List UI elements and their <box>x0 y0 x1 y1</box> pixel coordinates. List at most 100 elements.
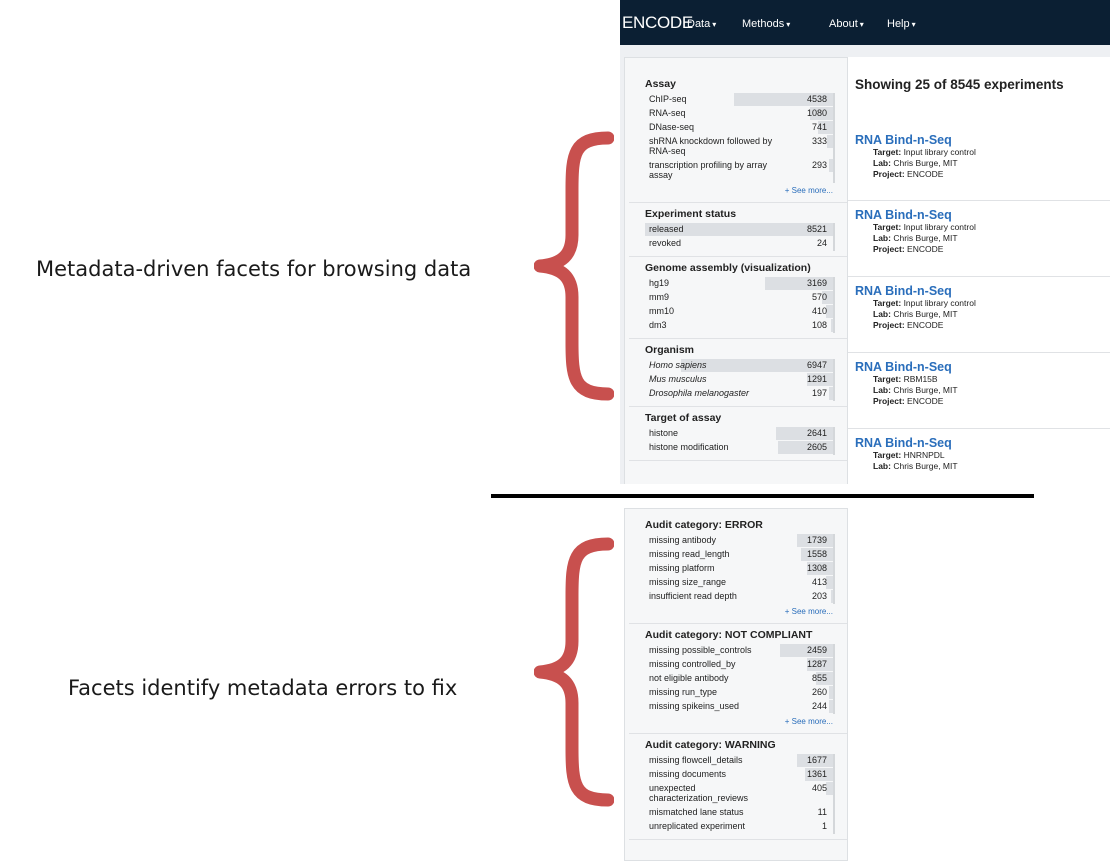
facet-term[interactable]: unexpected characterization_reviews 405 <box>645 782 835 806</box>
result-field-key: Lab: <box>873 233 891 243</box>
facet-separator <box>629 256 847 257</box>
facet-term-label: missing platform <box>649 563 715 573</box>
facet-term[interactable]: missing documents 1361 <box>645 768 835 782</box>
result-field-value: Chris Burge, MIT <box>893 461 958 471</box>
result-field-key: Lab: <box>873 385 891 395</box>
facet-term[interactable]: missing antibody 1739 <box>645 534 835 548</box>
facet-term-count: 741 <box>811 122 827 132</box>
nav-about[interactable]: About ▾ <box>829 18 864 30</box>
facet-term[interactable]: Homo sapiens 6947 <box>645 359 835 373</box>
see-more-link[interactable]: + See more... <box>645 607 835 616</box>
facet-term-count: 1287 <box>806 659 827 669</box>
facet-term-label: missing spikeins_used <box>649 701 740 711</box>
facet-term-count: 1361 <box>806 769 827 779</box>
facet-term[interactable]: ChIP-seq 4538 <box>645 93 835 107</box>
facet-term[interactable]: Drosophila melanogaster 197 <box>645 387 835 401</box>
facet-term[interactable]: hg19 3169 <box>645 277 835 291</box>
facet-term[interactable]: shRNA knockdown followed by RNA-seq 333 <box>645 135 835 159</box>
facet-term[interactable]: dm3 108 <box>645 319 835 333</box>
facet-term[interactable]: mm9 570 <box>645 291 835 305</box>
facet-facets_bottom-2: Audit category: WARNING missing flowcell_… <box>645 739 835 834</box>
facet-term[interactable]: released 8521 <box>645 223 835 237</box>
facet-term-edge <box>833 135 835 159</box>
see-more-link[interactable]: + See more... <box>645 717 835 726</box>
facet-term[interactable]: missing run_type 260 <box>645 686 835 700</box>
facet-term-edge <box>833 319 835 333</box>
facet-term[interactable]: missing platform 1308 <box>645 562 835 576</box>
facet-term-label: histone <box>649 428 679 438</box>
facet-term[interactable]: missing size_range 413 <box>645 576 835 590</box>
result-title-link[interactable]: RNA Bind-n-Seq <box>855 133 1110 147</box>
facet-term-edge <box>833 820 835 834</box>
chevron-down-icon: ▾ <box>786 20 791 29</box>
result-item: RNA Bind-n-Seq Target: RBM15B Lab: Chris B… <box>855 360 1110 407</box>
facet-term[interactable]: unreplicated experiment 1 <box>645 820 835 834</box>
facet-term-edge <box>833 121 835 135</box>
see-more-link[interactable]: + See more... <box>645 186 835 195</box>
facet-term-label: missing controlled_by <box>649 659 736 669</box>
result-field: Lab: Chris Burge, MIT <box>873 233 1110 244</box>
facet-facets_top-2: Genome assembly (visualization) hg19 3169 m… <box>645 262 835 333</box>
facet-term-edge <box>833 291 835 305</box>
facet-term[interactable]: transcription profiling by array assay 29… <box>645 159 835 183</box>
facet-term[interactable]: revoked 24 <box>645 237 835 251</box>
facet-term[interactable]: missing flowcell_details 1677 <box>645 754 835 768</box>
facet-term[interactable]: histone 2641 <box>645 427 835 441</box>
facet-term-label: Homo sapiens <box>649 360 707 370</box>
facet-separator <box>629 839 847 840</box>
facet-term-edge <box>833 159 835 183</box>
facet-term[interactable]: missing spikeins_used 244 <box>645 700 835 714</box>
facet-term-count: 1 <box>821 821 827 831</box>
facet-term-edge <box>833 441 835 455</box>
facet-term-count: 108 <box>811 320 827 330</box>
facet-term-edge <box>833 754 835 768</box>
facet-term-count: 11 <box>817 807 827 817</box>
facet-term-count: 410 <box>811 306 827 316</box>
facet-term[interactable]: RNA-seq 1080 <box>645 107 835 121</box>
result-title-link[interactable]: RNA Bind-n-Seq <box>855 436 1110 450</box>
facet-term-edge <box>833 806 835 820</box>
result-separator <box>848 352 1110 353</box>
nav-help[interactable]: Help ▾ <box>887 18 916 30</box>
result-field-key: Project: <box>873 244 905 254</box>
facet-term-edge <box>833 427 835 441</box>
facet-term[interactable]: not eligible antibody 855 <box>645 672 835 686</box>
facet-term-label: transcription profiling by array assay <box>649 160 768 180</box>
facet-term-label: insufficient read depth <box>649 591 737 601</box>
result-field-key: Target: <box>873 298 902 308</box>
result-field: Target: RBM15B <box>873 374 1110 385</box>
facet-term-count: 405 <box>811 783 827 793</box>
facet-term[interactable]: missing possible_controls 2459 <box>645 644 835 658</box>
result-field: Target: HNRNPDL <box>873 450 1110 461</box>
facet-term-count: 1291 <box>806 374 827 384</box>
brand-logo[interactable]: ENCODE <box>622 13 693 33</box>
facet-term[interactable]: missing read_length 1558 <box>645 548 835 562</box>
result-item: RNA Bind-n-Seq Target: Input library cont… <box>855 284 1110 331</box>
facet-term-edge <box>833 359 835 373</box>
facet-term-count: 2605 <box>806 442 827 452</box>
facet-panel-audit: Audit category: ERROR missing antibody 173… <box>624 508 848 861</box>
facet-term-label: missing possible_controls <box>649 645 752 655</box>
facet-term-edge <box>833 534 835 548</box>
caption-error-facets: Facets identify metadata errors to fix <box>68 676 458 700</box>
result-title-link[interactable]: RNA Bind-n-Seq <box>855 284 1110 298</box>
result-title-link[interactable]: RNA Bind-n-Seq <box>855 208 1110 222</box>
facet-term[interactable]: Mus musculus 1291 <box>645 373 835 387</box>
facet-term-label: not eligible antibody <box>649 673 729 683</box>
facet-term-count: 413 <box>811 577 827 587</box>
nav-data[interactable]: Data ▾ <box>687 18 716 30</box>
facet-term[interactable]: missing controlled_by 1287 <box>645 658 835 672</box>
result-title-link[interactable]: RNA Bind-n-Seq <box>855 360 1110 374</box>
facet-term[interactable]: histone modification 2605 <box>645 441 835 455</box>
facet-term[interactable]: insufficient read depth 203 <box>645 590 835 604</box>
facet-term[interactable]: DNase-seq 741 <box>645 121 835 135</box>
facet-term[interactable]: mismatched lane status 11 <box>645 806 835 820</box>
nav-methods[interactable]: Methods ▾ <box>742 18 790 30</box>
facet-term-edge <box>833 782 835 806</box>
facet-facets_bottom-1: Audit category: NOT COMPLIANT missing pos… <box>645 629 835 726</box>
result-separator <box>848 276 1110 277</box>
result-field-value: Chris Burge, MIT <box>893 385 958 395</box>
chevron-down-icon: ▾ <box>712 20 717 29</box>
facet-term-edge <box>833 373 835 387</box>
facet-term[interactable]: mm10 410 <box>645 305 835 319</box>
